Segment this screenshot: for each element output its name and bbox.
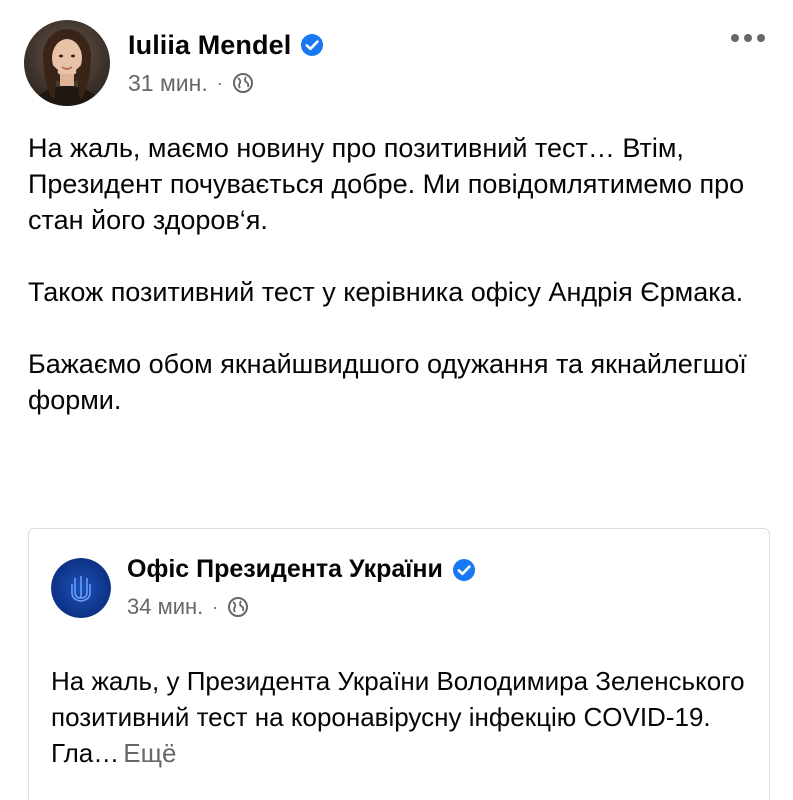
- post-paragraph-2: Також позитивний тест у керівника офісу …: [28, 277, 744, 307]
- separator-dot: ·: [216, 72, 223, 93]
- shared-post-header: Офіс Президента України 34 мин. ·: [51, 555, 476, 620]
- see-more-link[interactable]: Ещё: [123, 738, 176, 768]
- more-options-icon[interactable]: [727, 30, 769, 46]
- page-name[interactable]: Офіс Президента України: [127, 555, 443, 584]
- post-timestamp-row: 31 мин. ·: [128, 70, 324, 97]
- globe-icon[interactable]: [232, 72, 254, 94]
- shared-post-timestamp-row: 34 мин. ·: [127, 594, 476, 620]
- trident-logo: [51, 557, 111, 618]
- separator-dot: ·: [212, 596, 219, 617]
- author-photo: [24, 20, 110, 106]
- verified-badge-icon: [452, 558, 476, 582]
- page-avatar[interactable]: [51, 557, 111, 618]
- author-avatar[interactable]: [24, 20, 110, 106]
- post-header: Iuliia Mendel 31 мин. ·: [24, 20, 324, 106]
- verified-badge-icon: [300, 33, 324, 57]
- shared-post-body: На жаль, у Президента України Володимира…: [51, 663, 751, 771]
- shared-post-meta: Офіс Президента України 34 мин. ·: [127, 555, 476, 620]
- post-body: На жаль, маємо новину про позитивний тес…: [28, 130, 773, 418]
- shared-post-timestamp[interactable]: 34 мин.: [127, 594, 203, 620]
- author-name[interactable]: Iuliia Mendel: [128, 30, 291, 61]
- post-paragraph-1: На жаль, маємо новину про позитивний тес…: [28, 133, 745, 235]
- author-name-row: Iuliia Mendel: [128, 30, 324, 61]
- page-name-row: Офіс Президента України: [127, 555, 476, 584]
- post-timestamp[interactable]: 31 мин.: [128, 70, 208, 97]
- facebook-post: Iuliia Mendel 31 мин. · На жаль, маємо н…: [0, 0, 793, 800]
- globe-icon[interactable]: [227, 596, 249, 618]
- post-meta: Iuliia Mendel 31 мин. ·: [128, 30, 324, 97]
- post-paragraph-3: Бажаємо обом якнайшвидшого одужання та я…: [28, 349, 747, 415]
- shared-post-card[interactable]: Офіс Президента України 34 мин. · На жал…: [28, 528, 770, 800]
